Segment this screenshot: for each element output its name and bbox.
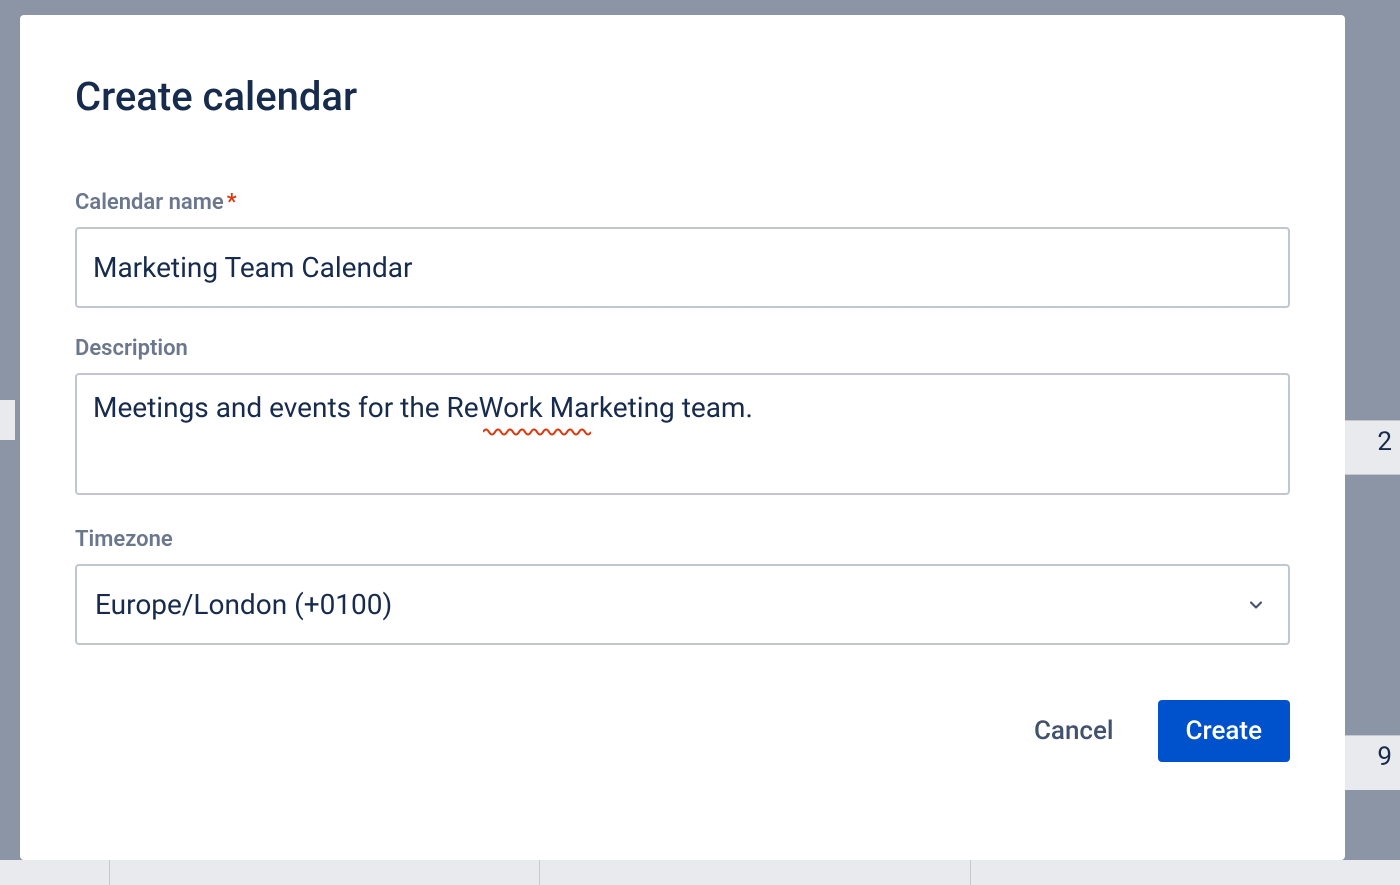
grid-row bbox=[0, 860, 1400, 885]
grid-cell bbox=[0, 400, 15, 440]
timezone-label: Timezone bbox=[75, 527, 1290, 552]
timezone-value: Europe/London (+0100) bbox=[95, 588, 392, 621]
grid-date-cell: 9 bbox=[1345, 735, 1400, 790]
description-label: Description bbox=[75, 336, 1290, 361]
description-field-group: Description bbox=[75, 336, 1290, 499]
create-calendar-modal: Create calendar Calendar name* Descripti… bbox=[20, 15, 1345, 860]
grid-cell bbox=[971, 860, 1400, 885]
required-indicator: * bbox=[227, 190, 237, 215]
cancel-button[interactable]: Cancel bbox=[1006, 700, 1142, 762]
calendar-name-field-group: Calendar name* bbox=[75, 190, 1290, 308]
timezone-select-container: Europe/London (+0100) bbox=[75, 564, 1290, 645]
create-button[interactable]: Create bbox=[1158, 700, 1290, 762]
modal-title: Create calendar bbox=[75, 73, 1290, 120]
timezone-field-group: Timezone Europe/London (+0100) bbox=[75, 527, 1290, 645]
description-input[interactable] bbox=[75, 373, 1290, 495]
calendar-name-input[interactable] bbox=[75, 227, 1290, 308]
calendar-name-label: Calendar name* bbox=[75, 190, 1290, 215]
grid-cell bbox=[0, 860, 110, 885]
description-container bbox=[75, 373, 1290, 499]
grid-cell bbox=[540, 860, 970, 885]
modal-button-row: Cancel Create bbox=[75, 700, 1290, 762]
label-text: Calendar name bbox=[75, 190, 224, 215]
grid-cell bbox=[110, 860, 540, 885]
grid-date-cell: 2 bbox=[1345, 420, 1400, 475]
timezone-select[interactable]: Europe/London (+0100) bbox=[75, 564, 1290, 645]
